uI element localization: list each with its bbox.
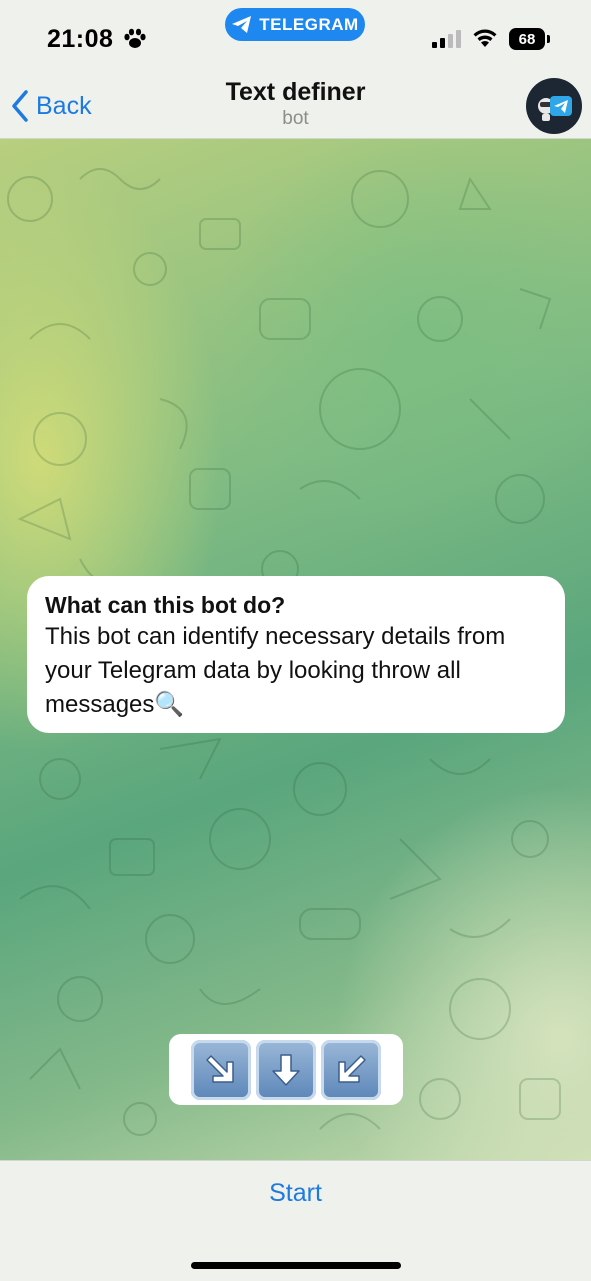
battery-indicator: 68 <box>509 28 545 50</box>
bot-avatar[interactable] <box>526 78 582 134</box>
bot-avatar-icon <box>538 96 572 121</box>
arrow-sticker[interactable]: ↘️ ⬇️ ↙️ <box>169 1034 403 1105</box>
bottom-bar: Start <box>0 1160 591 1281</box>
bot-info-card: What can this bot do? This bot can ident… <box>27 576 565 733</box>
start-button[interactable]: Start <box>0 1179 591 1208</box>
battery-tip <box>547 35 550 43</box>
chevron-left-icon <box>12 90 28 122</box>
status-bar: 21:08 TELEGRAM 68 <box>0 0 591 78</box>
status-time: 21:08 <box>47 25 114 53</box>
telegram-pill[interactable]: TELEGRAM <box>225 8 365 41</box>
cellular-signal-icon <box>432 30 461 48</box>
bot-info-title: What can this bot do? <box>45 592 286 618</box>
arrow-down-right-icon <box>191 1039 251 1100</box>
chat-header: Text definer bot Back <box>0 78 591 139</box>
paw-icon <box>124 28 146 48</box>
back-label: Back <box>36 91 92 120</box>
arrow-down-icon <box>256 1039 316 1100</box>
home-indicator[interactable] <box>191 1262 401 1269</box>
arrow-down-left-icon <box>321 1039 381 1100</box>
wifi-icon <box>473 29 497 47</box>
back-button[interactable]: Back <box>10 86 92 126</box>
telegram-plane-icon <box>232 15 252 33</box>
bot-info-description: This bot can identify necessary details … <box>45 623 506 718</box>
pill-label: TELEGRAM <box>259 14 359 34</box>
chat-background: What can this bot do? This bot can ident… <box>0 139 591 1160</box>
